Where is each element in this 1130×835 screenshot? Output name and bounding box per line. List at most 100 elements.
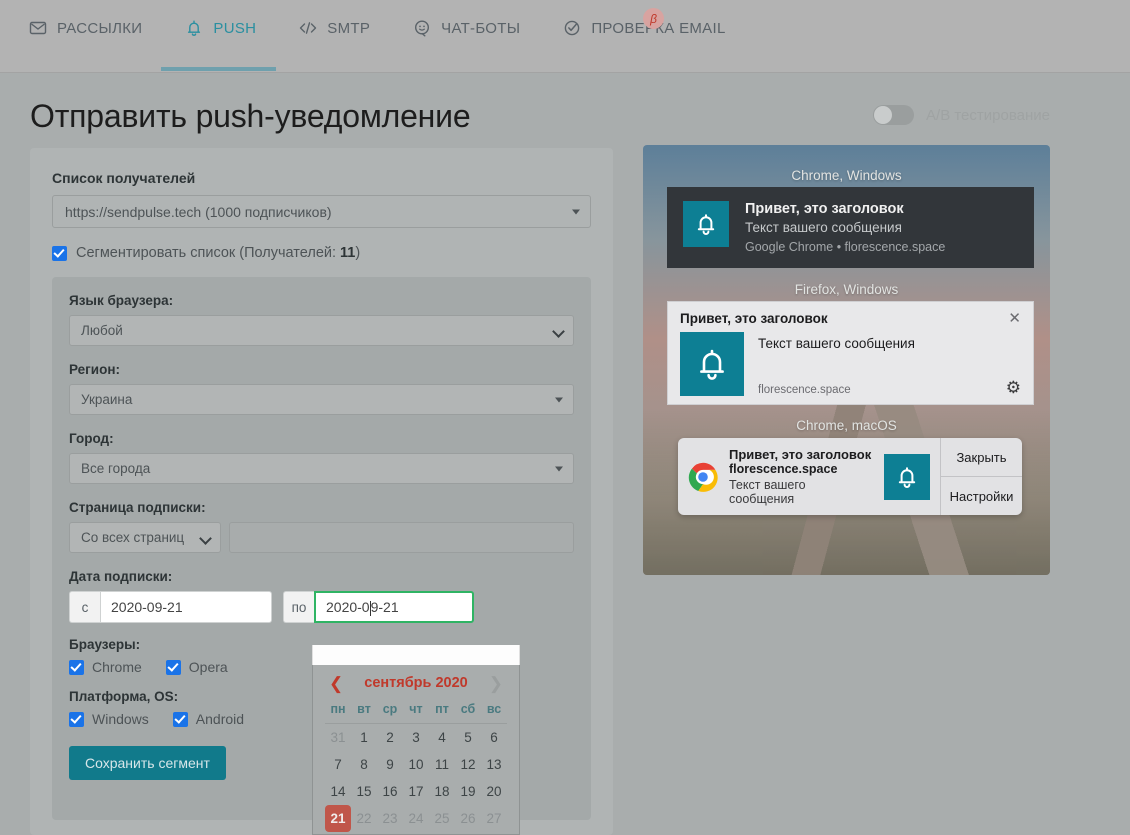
date-to-input[interactable]: 2020-0 9-21 [314,591,474,623]
calendar: ❮ сентябрь 2020 ❯ пн вт ср чт пт сб вс 3… [312,665,520,835]
preview-firefox-domain: florescence.space [758,384,851,396]
macos-close-button[interactable]: Закрыть [941,438,1022,476]
active-tab-underline [161,67,276,71]
calendar-day[interactable]: 17 [403,778,429,805]
chrome-logo-icon [688,462,718,492]
calendar-day[interactable]: 18 [429,778,455,805]
browser-language-label: Язык браузера: [69,293,174,308]
calendar-day[interactable]: 14 [325,778,351,805]
calendar-day[interactable]: 9 [377,751,403,778]
browser-language-select[interactable]: Любой [69,315,574,346]
calendar-day[interactable]: 16 [377,778,403,805]
calendar-day[interactable]: 22 [351,805,377,832]
nav-items: РАССЫЛКИ PUSH SMTP ЧАТ-БОТЫ ПРОВЕРКА EMA [0,0,1130,56]
date-to-value-after-caret: 9-21 [370,599,399,615]
gear-icon[interactable]: ⚙ [1006,379,1021,396]
calendar-next-month-icon[interactable]: ❯ [489,675,503,692]
preview-firefox-right: Текст вашего сообщения florescence.space… [758,332,1021,396]
platform-windows-item[interactable]: Windows [69,711,149,727]
calendar-day-selected[interactable]: 21 [325,805,351,832]
nav-tab-chatbots[interactable]: ЧАТ-БОТЫ [412,0,538,56]
nav-tab-rassylki[interactable]: РАССЫЛКИ [28,0,160,56]
calendar-prev-month-icon[interactable]: ❮ [329,675,343,692]
subscribe-page-select[interactable]: Со всех страниц [69,522,221,553]
macos-settings-button[interactable]: Настройки [941,476,1022,515]
calendar-weekday: пт [435,702,449,716]
chevron-down-icon [572,209,580,214]
preview-caption-chrome-macos: Chrome, macOS [796,418,897,433]
preview-macos-title: Привет, это заголовок [729,447,872,462]
page-title: Отправить push-уведомление [30,98,471,134]
check-circle-icon [562,18,582,38]
calendar-day[interactable]: 7 [325,751,351,778]
calendar-day[interactable]: 4 [429,724,455,751]
browser-opera-checkbox[interactable] [165,659,181,675]
calendar-day[interactable]: 23 [377,805,403,832]
browser-opera-item[interactable]: Opera [165,659,228,675]
calendar-day[interactable]: 12 [455,751,481,778]
city-label: Город: [69,431,114,446]
platform-android-item[interactable]: Android [172,711,244,727]
beta-badge: β [643,8,664,29]
region-group: Регион: Украина [69,362,574,415]
calendar-day[interactable]: 5 [455,724,481,751]
save-segment-button[interactable]: Сохранить сегмент [69,746,226,780]
nav-tab-label: ЧАТ-БОТЫ [441,19,521,37]
region-select[interactable]: Украина [69,384,574,415]
segment-checkbox-row[interactable]: Сегментировать список (Получателей: 11) [52,245,591,261]
nav-tab-push[interactable]: PUSH [184,0,274,56]
ab-testing-toggle[interactable] [873,105,915,125]
segment-checkbox[interactable] [52,245,67,261]
city-select[interactable]: Все города [69,453,574,484]
nav-tab-label: РАССЫЛКИ [57,19,143,37]
subscribe-page-value: Со всех страниц [81,530,185,545]
city-group: Город: Все города [69,431,574,484]
recipients-select[interactable]: https://sendpulse.tech (1000 подписчиков… [52,195,591,228]
preview-chrome-windows-toast: Привет, это заголовок Текст вашего сообщ… [667,187,1034,268]
calendar-day[interactable]: 27 [481,805,507,832]
calendar-day[interactable]: 8 [351,751,377,778]
preview-firefox-footer: florescence.space ⚙ [758,379,1021,396]
top-navigation-bar: РАССЫЛКИ PUSH SMTP ЧАТ-БОТЫ ПРОВЕРКА EMA [0,0,1130,73]
bell-icon [184,18,204,38]
calendar-day[interactable]: 2 [377,724,403,751]
date-to-group: по 2020-0 9-21 [283,591,474,623]
calendar-day[interactable]: 6 [481,724,507,751]
calendar-weekday: пн [330,702,346,716]
date-from-input[interactable]: 2020-09-21 [100,591,272,623]
calendar-day[interactable]: 15 [351,778,377,805]
calendar-weekday: сб [460,702,476,716]
calendar-day[interactable]: 1 [351,724,377,751]
platform-windows-checkbox[interactable] [69,711,84,727]
ab-testing-control[interactable]: A/B тестирование [873,105,1050,125]
calendar-day[interactable]: 31 [325,724,351,751]
browser-chrome-checkbox[interactable] [69,659,84,675]
chat-bubble-icon [412,18,432,38]
preview-firefox-title: Привет, это заголовок [680,311,828,326]
browser-chrome-item[interactable]: Chrome [69,659,142,675]
calendar-header: ❮ сентябрь 2020 ❯ [325,669,507,697]
calendar-day[interactable]: 25 [429,805,455,832]
calendar-day[interactable]: 19 [455,778,481,805]
calendar-day[interactable]: 13 [481,751,507,778]
calendar-weekday: вс [486,702,502,716]
platform-android-checkbox[interactable] [172,711,188,727]
calendar-day[interactable]: 24 [403,805,429,832]
calendar-day[interactable]: 11 [429,751,455,778]
nav-tab-smtp[interactable]: SMTP [298,0,388,56]
recipients-label: Список получателей [52,170,196,186]
close-icon[interactable]: ✕ [1008,311,1021,326]
preview-macos-domain: florescence.space [729,462,838,476]
calendar-day[interactable]: 26 [455,805,481,832]
calendar-day[interactable]: 10 [403,751,429,778]
subscribe-page-url-input[interactable] [229,522,574,553]
chevron-down-icon [552,324,565,338]
calendar-days-grid: 31 1 2 3 4 5 6 7 8 9 10 11 12 13 14 15 1… [325,724,507,832]
date-to-value-before-caret: 2020-0 [326,599,370,615]
preview-toast-source: Google Chrome • florescence.space [745,240,946,254]
calendar-day[interactable]: 20 [481,778,507,805]
preview-toast-body: Текст вашего сообщения [745,220,902,235]
bell-icon-tile [683,201,729,247]
date-range-row: с 2020-09-21 по 2020-0 9-21 [69,591,574,623]
calendar-day[interactable]: 3 [403,724,429,751]
